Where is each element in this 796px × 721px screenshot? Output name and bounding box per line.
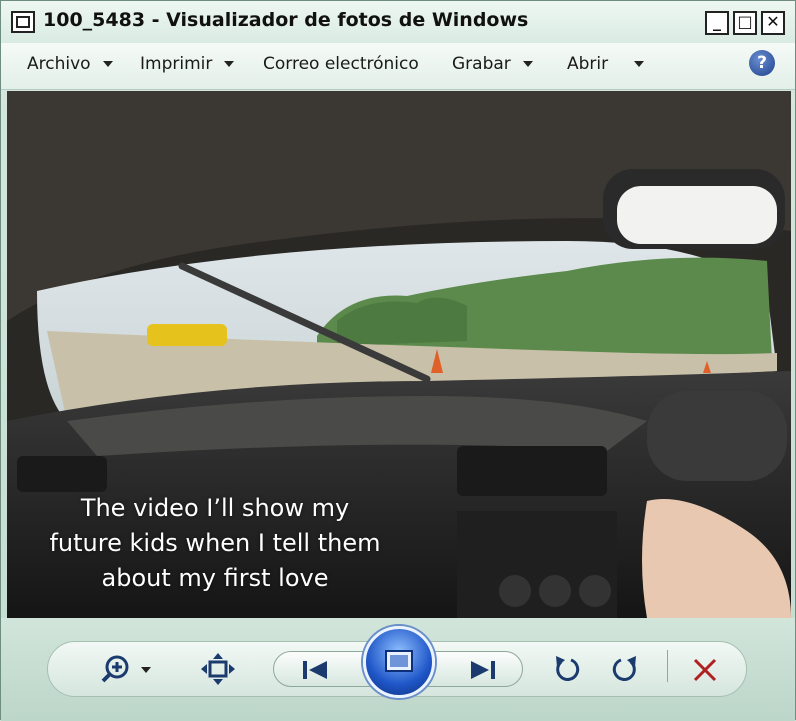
caption-line-3: about my first love <box>101 564 329 592</box>
zoom-button[interactable] <box>101 654 159 684</box>
close-button[interactable]: ✕ <box>761 11 785 35</box>
next-icon <box>471 661 495 679</box>
caption-line-2: future kids when I tell them <box>49 529 381 557</box>
slideshow-icon <box>385 650 413 672</box>
photo-viewer-window: 100_5483 - Visualizador de fotos de Wind… <box>0 0 796 721</box>
menu-abrir-label: Abrir <box>567 54 609 74</box>
menu-archivo-label: Archivo <box>27 54 91 74</box>
chevron-down-icon <box>224 61 235 67</box>
photo-viewport[interactable]: The video I’ll show my future kids when … <box>7 91 791 618</box>
help-button[interactable]: ? <box>749 50 775 76</box>
slideshow-button[interactable] <box>363 626 435 698</box>
rotate-right-icon <box>612 656 636 681</box>
video-caption: The video I’ll show my future kids when … <box>15 491 415 596</box>
previous-button[interactable] <box>297 658 333 682</box>
menu-archivo[interactable]: Archivo <box>27 54 113 74</box>
rotate-right-button[interactable] <box>611 654 641 684</box>
chevron-down-icon <box>634 61 645 67</box>
title-bar[interactable]: 100_5483 - Visualizador de fotos de Wind… <box>1 1 795 43</box>
rotate-left-icon <box>556 656 580 681</box>
chevron-down-icon <box>522 61 533 67</box>
caption-line-1: The video I’ll show my <box>80 494 350 522</box>
toolbar-divider <box>667 650 668 682</box>
menu-imprimir[interactable]: Imprimir <box>140 54 235 74</box>
window-title: 100_5483 - Visualizador de fotos de Wind… <box>43 9 529 31</box>
chevron-down-icon <box>102 61 113 67</box>
menu-grabar-label: Grabar <box>452 54 511 74</box>
menu-bar: Archivo Imprimir Correo electrónico Grab… <box>1 43 795 90</box>
delete-icon <box>693 658 717 682</box>
rotate-left-button[interactable] <box>551 654 581 684</box>
menu-abrir[interactable]: Abrir <box>567 54 645 74</box>
previous-icon <box>303 661 327 679</box>
fit-window-button[interactable] <box>201 653 235 685</box>
menu-imprimir-label: Imprimir <box>140 54 213 74</box>
menu-grabar[interactable]: Grabar <box>452 54 533 74</box>
maximize-button[interactable]: □ <box>733 11 757 35</box>
zoom-icon <box>101 655 151 683</box>
menu-correo[interactable]: Correo electrónico <box>263 54 419 74</box>
fit-window-icon <box>201 653 235 685</box>
minimize-button[interactable]: _ <box>705 11 729 35</box>
app-icon <box>11 11 35 33</box>
next-button[interactable] <box>465 658 501 682</box>
delete-button[interactable] <box>691 656 719 684</box>
menu-correo-label: Correo electrónico <box>263 54 419 74</box>
